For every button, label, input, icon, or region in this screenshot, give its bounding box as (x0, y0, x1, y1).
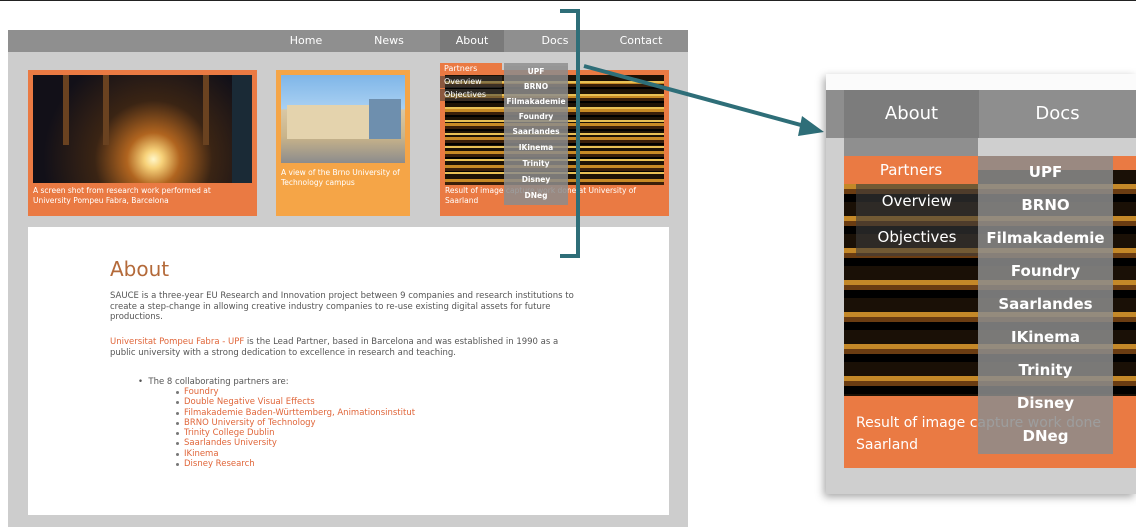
zoom-top-strip (826, 74, 1136, 90)
nav-home[interactable]: Home (276, 30, 336, 52)
partner-link[interactable]: Double Negative Visual Effects (176, 397, 415, 407)
page-title: About (110, 257, 170, 281)
card-caption: A view of the Brno University of Technol… (281, 168, 400, 187)
upf-link[interactable]: Universitat Pompeu Fabra - UPF (110, 337, 244, 347)
arrow-head (798, 116, 824, 136)
zoom-submenu-item-ikinema[interactable]: IKinema (978, 321, 1113, 354)
menu-item-partners[interactable]: Partners (440, 63, 502, 75)
zoom-menu-strip (844, 138, 978, 156)
lead-partner-paragraph: Universitat Pompeu Fabra - UPF is the Le… (110, 337, 580, 358)
nav-about[interactable]: About (440, 30, 504, 52)
partner-link[interactable]: BRNO University of Technology (176, 418, 415, 428)
top-rule (0, 0, 1136, 1)
nav-news[interactable]: News (360, 30, 418, 52)
pillar-shape (63, 75, 69, 145)
building-shape (287, 105, 371, 139)
zoom-nav-docs[interactable]: Docs (979, 90, 1136, 138)
nav-contact[interactable]: Contact (606, 30, 676, 52)
menu-item-objectives[interactable]: Objectives (440, 89, 502, 101)
menu-item-overview[interactable]: Overview (440, 76, 502, 88)
research-render-image (33, 75, 252, 183)
feature-card-upf: A screen shot from research work perform… (28, 70, 257, 216)
zoom-submenu-item-brno[interactable]: BRNO (978, 189, 1113, 222)
feature-card-brno: A view of the Brno University of Technol… (276, 70, 410, 216)
campus-photo (281, 75, 405, 163)
partner-link[interactable]: IKinema (176, 449, 415, 459)
partners-intro-text: The 8 collaborating partners are: (148, 377, 289, 387)
partner-link[interactable]: Saarlandes University (176, 438, 415, 448)
zoom-submenu-item-filmakademie[interactable]: Filmakademie (978, 222, 1113, 255)
zoom-submenu-item-foundry[interactable]: Foundry (978, 255, 1113, 288)
callout-arrow (583, 64, 824, 136)
zoom-menu-item-partners[interactable]: Partners (844, 156, 978, 184)
zoom-menu-item-objectives[interactable]: Objectives (856, 220, 978, 254)
partner-link[interactable]: Trinity College Dublin (176, 428, 415, 438)
zoom-submenu-item-upf[interactable]: UPF (978, 156, 1113, 189)
bullet-dot: • (138, 377, 149, 387)
editor-panel-shape (232, 75, 252, 183)
zoom-submenu-item-dneg[interactable]: DNeg (978, 420, 1113, 453)
main-navbar: Home News About Docs Contact (8, 30, 688, 52)
glass-building-shape (369, 99, 401, 139)
zoom-submenu-item-trinity[interactable]: Trinity (978, 354, 1113, 387)
partner-link[interactable]: Disney Research (176, 459, 415, 469)
zoom-nav-about[interactable]: About (844, 90, 979, 138)
bracket-path (560, 9, 580, 258)
zoom-submenu-item-saarlandes[interactable]: Saarlandes (978, 288, 1113, 321)
about-content: About SAUCE is a three-year EU Research … (28, 227, 669, 515)
zoomed-detail-panel: About Docs Partners Overview Objectives … (826, 74, 1136, 494)
zoom-menu-item-overview[interactable]: Overview (856, 184, 978, 218)
arrow-line (583, 64, 813, 130)
pillar-shape (103, 75, 109, 145)
zoom-submenu-item-disney[interactable]: Disney (978, 387, 1113, 420)
partners-intro: • The 8 collaborating partners are: (138, 377, 289, 387)
partner-link[interactable]: Filmakademie Baden-Württemberg, Animatio… (176, 408, 415, 418)
partner-link[interactable]: Foundry (176, 387, 415, 397)
partners-list: Foundry Double Negative Visual Effects F… (176, 387, 415, 469)
card-caption: A screen shot from research work perform… (33, 186, 211, 205)
about-dropdown: Partners Overview Objectives (440, 63, 504, 111)
intro-paragraph: SAUCE is a three-year EU Research and In… (110, 291, 574, 322)
pillar-shape (203, 75, 209, 145)
